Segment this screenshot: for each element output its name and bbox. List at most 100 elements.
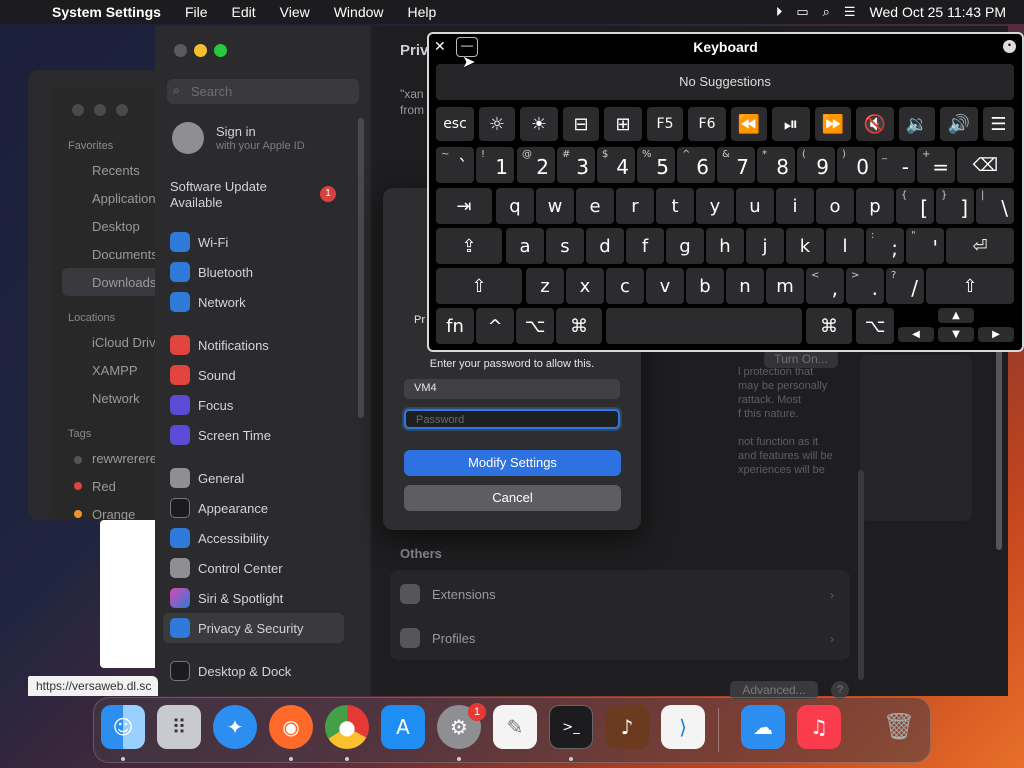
finder-tag-1[interactable]: rewwrerere xyxy=(92,451,157,466)
brightness-down-icon[interactable]: ☼ xyxy=(479,107,515,141)
inner-scrollbar[interactable] xyxy=(858,470,864,680)
key-b[interactable]: b xyxy=(686,268,724,304)
signin-title[interactable]: Sign in xyxy=(216,124,256,139)
option-right-icon[interactable]: ⌥ xyxy=(856,308,894,344)
key-c[interactable]: c xyxy=(606,268,644,304)
arrow-up-icon[interactable]: ▲ xyxy=(938,308,974,323)
launchpad-icon[interactable]: ⊞ xyxy=(604,107,642,141)
volume-down-icon[interactable]: 🔉 xyxy=(899,107,935,141)
key-3[interactable]: #3 xyxy=(557,147,595,183)
sidebar-scrollbar[interactable] xyxy=(358,118,364,418)
app-store-icon[interactable]: A xyxy=(381,705,425,749)
row-profiles[interactable]: Profiles xyxy=(400,628,475,648)
key-6[interactable]: ^ 6 xyxy=(677,147,715,183)
key-a[interactable]: a xyxy=(506,228,544,264)
key-l[interactable]: l xyxy=(826,228,864,264)
rewind-icon[interactable]: ⏪ xyxy=(731,107,767,141)
finder-item-recents[interactable]: Recents xyxy=(92,163,140,178)
key-g[interactable]: g xyxy=(666,228,704,264)
key-5[interactable]: % 5 xyxy=(637,147,675,183)
launchpad-icon[interactable]: ⠿ xyxy=(157,705,201,749)
option-left-icon[interactable]: ⌥ xyxy=(516,308,554,344)
sidebar-item-bluetooth[interactable]: Bluetooth xyxy=(170,262,253,282)
finder-icon[interactable]: ☺ xyxy=(101,705,145,749)
key-4[interactable]: $4 xyxy=(597,147,635,183)
list-icon[interactable]: ☰ xyxy=(983,107,1014,141)
key-i[interactable]: i xyxy=(776,188,814,224)
key-period[interactable]: >. xyxy=(846,268,884,304)
key-z[interactable]: z xyxy=(526,268,564,304)
mute-icon[interactable]: 🔇 xyxy=(856,107,894,141)
key-u[interactable]: u xyxy=(736,188,774,224)
sidebar-item-siri[interactable]: Siri & Spotlight xyxy=(170,588,283,608)
key-h[interactable]: h xyxy=(706,228,744,264)
tab-icon[interactable]: ⇥ xyxy=(436,188,492,224)
sidebar-item-focus[interactable]: Focus xyxy=(170,395,233,415)
finder-item-downloads[interactable]: Downloads xyxy=(92,275,156,290)
key-f6[interactable]: F6 xyxy=(688,107,726,141)
sidebar-item-desktop-dock[interactable]: Desktop & Dock xyxy=(170,661,291,681)
finder-tag-red[interactable]: Red xyxy=(92,479,116,494)
sidebar-item-notifications[interactable]: Notifications xyxy=(170,335,269,355)
finder-item-desktop[interactable]: Desktop xyxy=(92,219,140,234)
menu-file[interactable]: File xyxy=(173,4,220,20)
sidebar-item-screen-time[interactable]: Screen Time xyxy=(170,425,271,445)
volume-up-icon[interactable]: 🔊 xyxy=(940,107,978,141)
menu-edit[interactable]: Edit xyxy=(220,4,268,20)
minimize-window-button[interactable] xyxy=(194,44,207,57)
control-icon[interactable]: ^ xyxy=(476,308,514,344)
space-bar[interactable] xyxy=(606,308,802,344)
terminal-icon[interactable]: >_ xyxy=(549,705,593,749)
control-center-icon[interactable]: ☰ xyxy=(844,4,856,20)
key-p[interactable]: p xyxy=(856,188,894,224)
key-d[interactable]: d xyxy=(586,228,624,264)
firefox-icon[interactable]: ◉ xyxy=(269,705,313,749)
app-menu[interactable]: System Settings xyxy=(40,4,173,20)
menu-help[interactable]: Help xyxy=(396,4,449,20)
sidebar-item-privacy[interactable]: Privacy & Security xyxy=(170,618,303,638)
shift-left-icon[interactable]: ⇧ xyxy=(436,268,522,304)
delete-icon[interactable]: ⌫ xyxy=(957,147,1014,183)
spotlight-search-icon[interactable]: ⌕ xyxy=(823,4,830,20)
close-icon[interactable]: ✕ xyxy=(434,38,446,55)
turn-on-button[interactable]: Turn On... xyxy=(764,350,838,368)
key-r[interactable]: r xyxy=(616,188,654,224)
weather-icon[interactable]: ☁ xyxy=(741,705,785,749)
arrow-down-icon[interactable]: ▼ xyxy=(938,327,974,342)
caps-lock-icon[interactable]: ⇪ xyxy=(436,228,502,264)
vscode-icon[interactable]: ⟩ xyxy=(661,705,705,749)
key-k[interactable]: k xyxy=(786,228,824,264)
key-o[interactable]: o xyxy=(816,188,854,224)
key-9[interactable]: (9 xyxy=(797,147,835,183)
key-x[interactable]: x xyxy=(566,268,604,304)
key-v[interactable]: v xyxy=(646,268,684,304)
sidebar-item-wifi[interactable]: Wi-Fi xyxy=(170,232,228,252)
zoom-window-button[interactable] xyxy=(214,44,227,57)
software-update-line2[interactable]: Available xyxy=(170,195,223,210)
trash-icon[interactable]: 🗑 xyxy=(877,705,921,749)
finder-item-documents[interactable]: Documents xyxy=(92,247,158,262)
key-backtick[interactable]: ~ ` xyxy=(436,147,474,183)
key-q[interactable]: q xyxy=(496,188,534,224)
key-minus[interactable]: _ - xyxy=(877,147,915,183)
key-1[interactable]: ! 1 xyxy=(476,147,514,183)
mission-control-icon[interactable]: ⊟ xyxy=(563,107,599,141)
key-esc[interactable]: esc xyxy=(436,107,474,141)
sidebar-item-sound[interactable]: Sound xyxy=(170,365,236,385)
key-2[interactable]: @2 xyxy=(517,147,555,183)
key-quote[interactable]: " ' xyxy=(906,228,944,264)
command-left-icon[interactable]: ⌘ xyxy=(556,308,602,344)
command-right-icon[interactable]: ⌘ xyxy=(806,308,852,344)
sidebar-item-accessibility[interactable]: Accessibility xyxy=(170,528,269,548)
row-extensions[interactable]: Extensions xyxy=(400,584,496,604)
key-semicolon[interactable]: :; xyxy=(866,228,904,264)
key-backslash[interactable]: | \ xyxy=(976,188,1014,224)
key-bracket-left[interactable]: {[ xyxy=(896,188,934,224)
key-n[interactable]: n xyxy=(726,268,764,304)
modify-settings-button[interactable]: Modify Settings xyxy=(404,450,621,476)
key-8[interactable]: * 8 xyxy=(757,147,795,183)
key-t[interactable]: t xyxy=(656,188,694,224)
key-slash[interactable]: ? / xyxy=(886,268,924,304)
key-comma[interactable]: <, xyxy=(806,268,844,304)
key-f5[interactable]: F5 xyxy=(647,107,683,141)
